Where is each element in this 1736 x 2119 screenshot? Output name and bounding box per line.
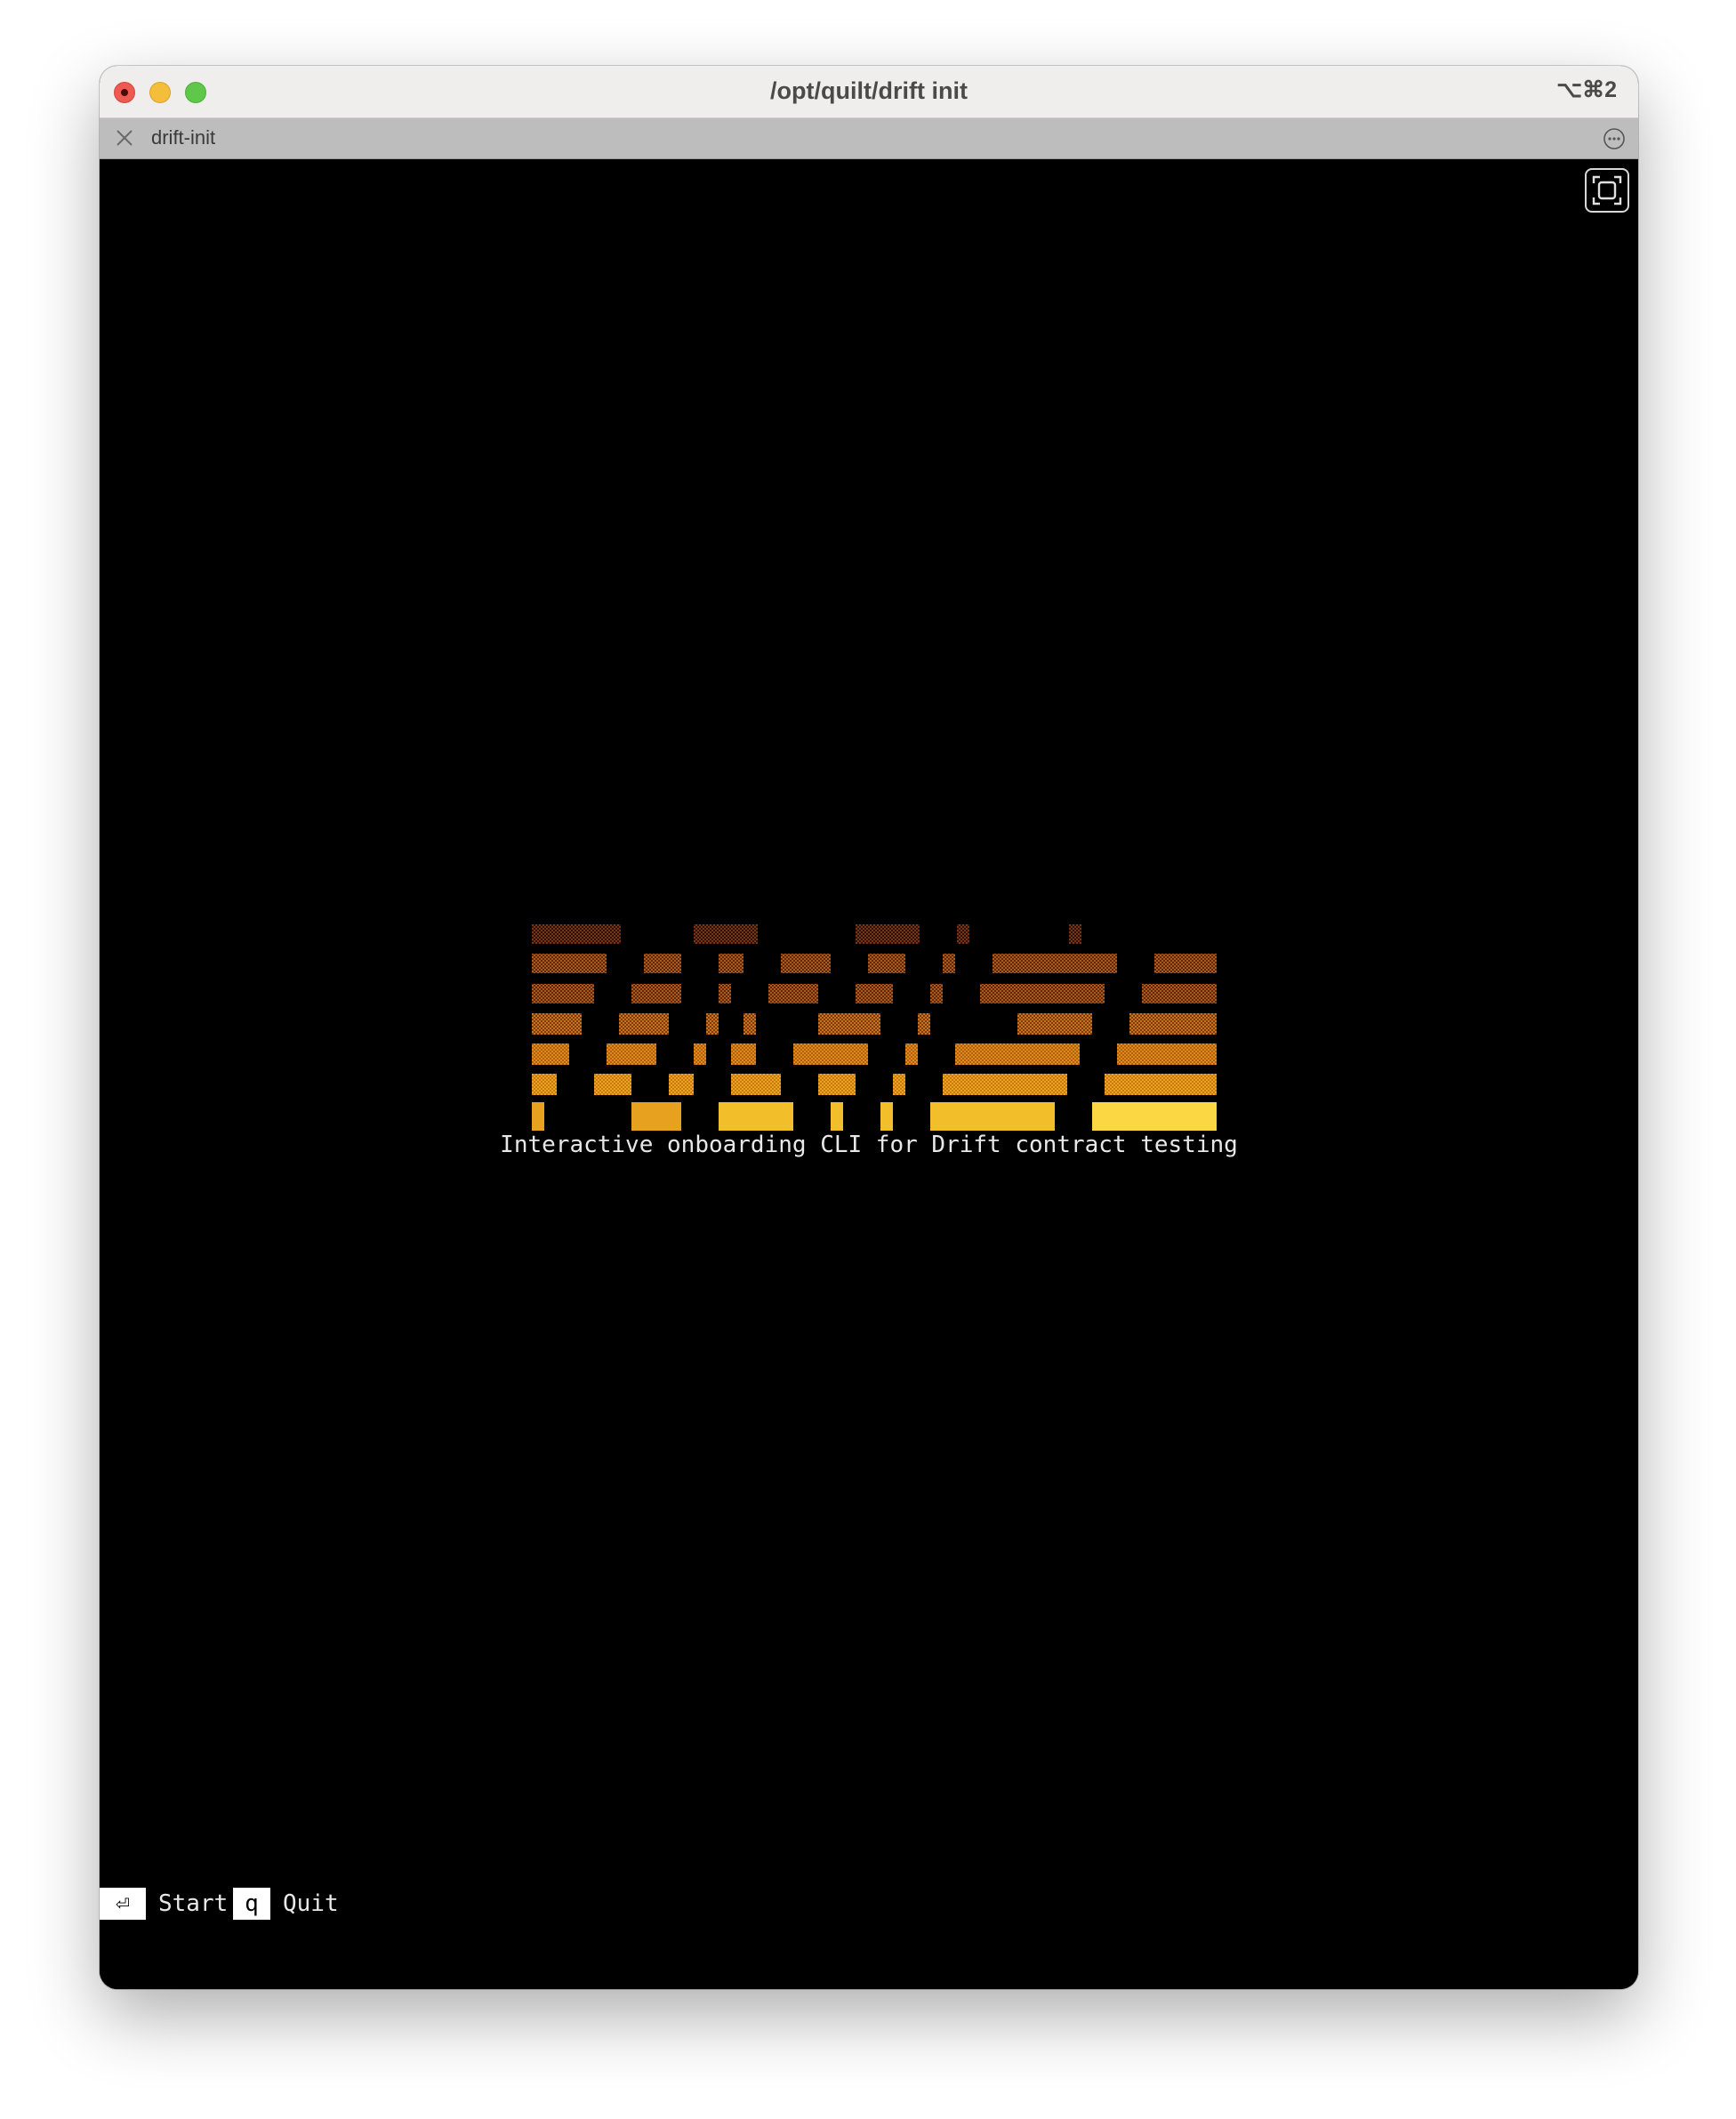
q-key: q: [233, 1888, 270, 1920]
logo-block: [532, 1074, 557, 1095]
logo-block: [930, 984, 943, 1003]
logo-block: [719, 1102, 793, 1131]
logo-block: [856, 924, 920, 944]
logo-block: [719, 984, 731, 1003]
fullscreen-button[interactable]: [1585, 168, 1629, 213]
logo-block: [743, 1013, 756, 1035]
logo-block: [532, 1102, 544, 1131]
tab-drift-init[interactable]: drift-init: [151, 126, 215, 149]
logo-block: [880, 1102, 893, 1131]
start-hint[interactable]: Start: [158, 1888, 228, 1920]
drift-ascii-logo: [532, 924, 1217, 1131]
logo-block: [1129, 1013, 1217, 1035]
quit-hint[interactable]: Quit: [283, 1888, 339, 1920]
enter-key-icon: ⏎: [100, 1888, 146, 1920]
logo-block: [731, 1043, 756, 1065]
logo-block: [631, 1102, 681, 1131]
logo-block: [943, 954, 955, 973]
logo-block: [532, 954, 607, 973]
logo-block: [1017, 1013, 1092, 1035]
logo-block: [818, 1013, 880, 1035]
logo-block: [1142, 984, 1217, 1003]
logo-block: [1117, 1043, 1217, 1065]
logo-block: [955, 1043, 1080, 1065]
title-bar: /opt/quilt/drift init ⌥⌘2: [100, 66, 1638, 118]
logo-block: [669, 1074, 694, 1095]
logo-block: [943, 1074, 1067, 1095]
logo-block: [644, 954, 681, 973]
logo-block: [532, 1013, 582, 1035]
logo-block: [631, 984, 681, 1003]
logo-block: [594, 1074, 631, 1095]
logo-block: [930, 1102, 1055, 1131]
logo-block: [957, 924, 969, 944]
tagline: Interactive onboarding CLI for Drift con…: [500, 1132, 1238, 1158]
close-tab-icon[interactable]: [115, 128, 134, 148]
logo-block: [1105, 1074, 1217, 1095]
terminal-pane[interactable]: Interactive onboarding CLI for Drift con…: [100, 159, 1638, 1989]
logo-block: [856, 984, 893, 1003]
logo-block: [1092, 1102, 1217, 1131]
logo-block: [868, 954, 905, 973]
logo-block: [532, 924, 621, 944]
fullscreen-icon: [1592, 175, 1622, 205]
logo-block: [980, 984, 1105, 1003]
logo-block: [532, 1043, 569, 1065]
logo-block: [831, 1102, 843, 1131]
logo-block: [893, 1074, 905, 1095]
logo-block: [918, 1013, 930, 1035]
logo-block: [694, 924, 758, 944]
logo-block: [607, 1043, 656, 1065]
more-options-icon[interactable]: [1603, 127, 1626, 150]
window-shortcut: ⌥⌘2: [1556, 77, 1617, 102]
logo-block: [706, 1013, 719, 1035]
logo-block: [1154, 954, 1217, 973]
logo-block: [619, 1013, 669, 1035]
logo-block: [781, 954, 831, 973]
logo-block: [768, 984, 818, 1003]
logo-block: [993, 954, 1117, 973]
logo-block: [818, 1074, 856, 1095]
terminal-window: /opt/quilt/drift init ⌥⌘2 drift-init Int…: [100, 66, 1638, 1989]
logo-block: [1069, 924, 1081, 944]
logo-block: [905, 1043, 918, 1065]
logo-block: [532, 984, 594, 1003]
window-title: /opt/quilt/drift init: [770, 77, 968, 104]
logo-block: [793, 1043, 868, 1065]
logo-block: [731, 1074, 781, 1095]
tab-bar: drift-init: [100, 118, 1638, 159]
logo-block: [719, 954, 743, 973]
logo-block: [694, 1043, 706, 1065]
